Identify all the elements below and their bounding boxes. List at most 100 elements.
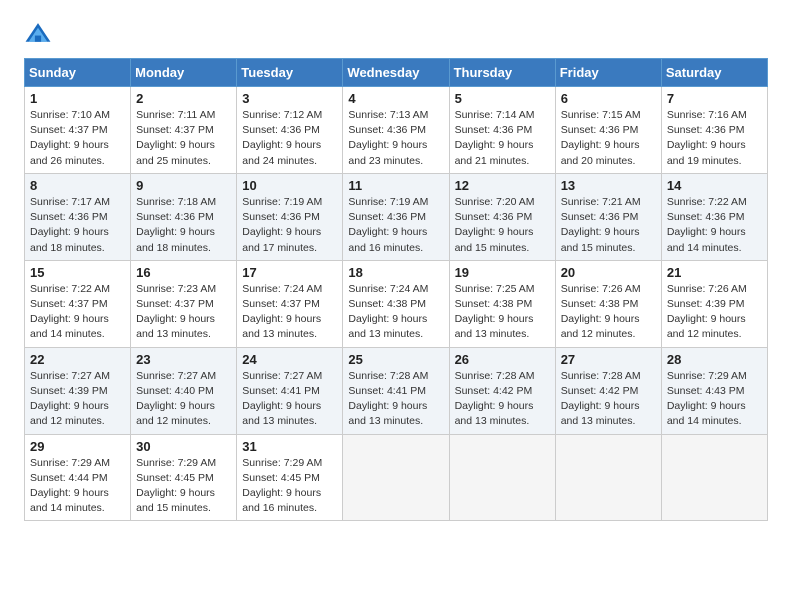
day-number: 3 bbox=[242, 91, 337, 106]
day-info: Sunrise: 7:24 AM Sunset: 4:38 PM Dayligh… bbox=[348, 282, 443, 343]
day-number: 7 bbox=[667, 91, 762, 106]
calendar-cell: 24 Sunrise: 7:27 AM Sunset: 4:41 PM Dayli… bbox=[237, 347, 343, 434]
day-info: Sunrise: 7:27 AM Sunset: 4:39 PM Dayligh… bbox=[30, 369, 125, 430]
col-wednesday: Wednesday bbox=[343, 59, 449, 87]
day-info: Sunrise: 7:10 AM Sunset: 4:37 PM Dayligh… bbox=[30, 108, 125, 169]
calendar-cell: 13 Sunrise: 7:21 AM Sunset: 4:36 PM Dayli… bbox=[555, 173, 661, 260]
day-number: 2 bbox=[136, 91, 231, 106]
day-number: 29 bbox=[30, 439, 125, 454]
day-number: 13 bbox=[561, 178, 656, 193]
day-number: 18 bbox=[348, 265, 443, 280]
day-info: Sunrise: 7:20 AM Sunset: 4:36 PM Dayligh… bbox=[455, 195, 550, 256]
day-number: 25 bbox=[348, 352, 443, 367]
day-info: Sunrise: 7:29 AM Sunset: 4:45 PM Dayligh… bbox=[242, 456, 337, 517]
day-number: 1 bbox=[30, 91, 125, 106]
day-info: Sunrise: 7:15 AM Sunset: 4:36 PM Dayligh… bbox=[561, 108, 656, 169]
day-info: Sunrise: 7:26 AM Sunset: 4:39 PM Dayligh… bbox=[667, 282, 762, 343]
day-number: 21 bbox=[667, 265, 762, 280]
day-number: 24 bbox=[242, 352, 337, 367]
calendar-week-row: 8 Sunrise: 7:17 AM Sunset: 4:36 PM Daylig… bbox=[25, 173, 768, 260]
day-number: 8 bbox=[30, 178, 125, 193]
day-info: Sunrise: 7:28 AM Sunset: 4:41 PM Dayligh… bbox=[348, 369, 443, 430]
col-tuesday: Tuesday bbox=[237, 59, 343, 87]
day-number: 9 bbox=[136, 178, 231, 193]
calendar-cell: 14Sunrise: 7:22 AM Sunset: 4:36 PM Dayli… bbox=[661, 173, 767, 260]
day-number: 11 bbox=[348, 178, 443, 193]
day-number: 5 bbox=[455, 91, 550, 106]
calendar-cell: 16 Sunrise: 7:23 AM Sunset: 4:37 PM Dayli… bbox=[131, 260, 237, 347]
col-friday: Friday bbox=[555, 59, 661, 87]
calendar-cell: 26Sunrise: 7:28 AM Sunset: 4:42 PM Dayli… bbox=[449, 347, 555, 434]
calendar-table: Sunday Monday Tuesday Wednesday Thursday… bbox=[24, 58, 768, 521]
calendar-cell: 7Sunrise: 7:16 AM Sunset: 4:36 PM Daylig… bbox=[661, 87, 767, 174]
day-info: Sunrise: 7:29 AM Sunset: 4:43 PM Dayligh… bbox=[667, 369, 762, 430]
day-info: Sunrise: 7:29 AM Sunset: 4:44 PM Dayligh… bbox=[30, 456, 125, 517]
calendar-cell: 28 Sunrise: 7:29 AM Sunset: 4:43 PM Dayli… bbox=[661, 347, 767, 434]
day-info: Sunrise: 7:25 AM Sunset: 4:38 PM Dayligh… bbox=[455, 282, 550, 343]
day-info: Sunrise: 7:17 AM Sunset: 4:36 PM Dayligh… bbox=[30, 195, 125, 256]
day-info: Sunrise: 7:11 AM Sunset: 4:37 PM Dayligh… bbox=[136, 108, 231, 169]
calendar-week-row: 1 Sunrise: 7:10 AM Sunset: 4:37 PM Daylig… bbox=[25, 87, 768, 174]
day-info: Sunrise: 7:21 AM Sunset: 4:36 PM Dayligh… bbox=[561, 195, 656, 256]
day-number: 27 bbox=[561, 352, 656, 367]
day-number: 4 bbox=[348, 91, 443, 106]
day-info: Sunrise: 7:14 AM Sunset: 4:36 PM Dayligh… bbox=[455, 108, 550, 169]
col-thursday: Thursday bbox=[449, 59, 555, 87]
day-info: Sunrise: 7:23 AM Sunset: 4:37 PM Dayligh… bbox=[136, 282, 231, 343]
calendar-cell: 2 Sunrise: 7:11 AM Sunset: 4:37 PM Daylig… bbox=[131, 87, 237, 174]
day-info: Sunrise: 7:26 AM Sunset: 4:38 PM Dayligh… bbox=[561, 282, 656, 343]
calendar-cell: 21 Sunrise: 7:26 AM Sunset: 4:39 PM Dayli… bbox=[661, 260, 767, 347]
day-info: Sunrise: 7:13 AM Sunset: 4:36 PM Dayligh… bbox=[348, 108, 443, 169]
calendar-cell bbox=[343, 434, 449, 521]
calendar-week-row: 15 Sunrise: 7:22 AM Sunset: 4:37 PM Dayli… bbox=[25, 260, 768, 347]
col-sunday: Sunday bbox=[25, 59, 131, 87]
calendar-cell: 11Sunrise: 7:19 AM Sunset: 4:36 PM Dayli… bbox=[343, 173, 449, 260]
logo-icon bbox=[24, 20, 52, 48]
day-number: 30 bbox=[136, 439, 231, 454]
day-number: 26 bbox=[455, 352, 550, 367]
day-info: Sunrise: 7:27 AM Sunset: 4:41 PM Dayligh… bbox=[242, 369, 337, 430]
calendar-cell: 18 Sunrise: 7:24 AM Sunset: 4:38 PM Dayli… bbox=[343, 260, 449, 347]
logo bbox=[24, 20, 56, 48]
calendar-cell: 27 Sunrise: 7:28 AM Sunset: 4:42 PM Dayli… bbox=[555, 347, 661, 434]
calendar-cell: 9 Sunrise: 7:18 AM Sunset: 4:36 PM Daylig… bbox=[131, 173, 237, 260]
calendar-cell: 5 Sunrise: 7:14 AM Sunset: 4:36 PM Daylig… bbox=[449, 87, 555, 174]
day-number: 19 bbox=[455, 265, 550, 280]
calendar-cell: 23Sunrise: 7:27 AM Sunset: 4:40 PM Dayli… bbox=[131, 347, 237, 434]
calendar-week-row: 22 Sunrise: 7:27 AM Sunset: 4:39 PM Dayli… bbox=[25, 347, 768, 434]
calendar-cell: 20Sunrise: 7:26 AM Sunset: 4:38 PM Dayli… bbox=[555, 260, 661, 347]
day-number: 31 bbox=[242, 439, 337, 454]
day-info: Sunrise: 7:24 AM Sunset: 4:37 PM Dayligh… bbox=[242, 282, 337, 343]
calendar-cell: 25 Sunrise: 7:28 AM Sunset: 4:41 PM Dayli… bbox=[343, 347, 449, 434]
calendar-cell: 12 Sunrise: 7:20 AM Sunset: 4:36 PM Dayli… bbox=[449, 173, 555, 260]
day-number: 12 bbox=[455, 178, 550, 193]
calendar-cell: 17 Sunrise: 7:24 AM Sunset: 4:37 PM Dayli… bbox=[237, 260, 343, 347]
calendar-cell: 31 Sunrise: 7:29 AM Sunset: 4:45 PM Dayli… bbox=[237, 434, 343, 521]
day-info: Sunrise: 7:18 AM Sunset: 4:36 PM Dayligh… bbox=[136, 195, 231, 256]
calendar-cell: 3 Sunrise: 7:12 AM Sunset: 4:36 PM Daylig… bbox=[237, 87, 343, 174]
day-number: 16 bbox=[136, 265, 231, 280]
day-number: 22 bbox=[30, 352, 125, 367]
calendar-cell: 4 Sunrise: 7:13 AM Sunset: 4:36 PM Daylig… bbox=[343, 87, 449, 174]
day-info: Sunrise: 7:12 AM Sunset: 4:36 PM Dayligh… bbox=[242, 108, 337, 169]
calendar-cell bbox=[661, 434, 767, 521]
day-info: Sunrise: 7:22 AM Sunset: 4:37 PM Dayligh… bbox=[30, 282, 125, 343]
calendar-cell: 29 Sunrise: 7:29 AM Sunset: 4:44 PM Dayli… bbox=[25, 434, 131, 521]
day-number: 28 bbox=[667, 352, 762, 367]
day-number: 15 bbox=[30, 265, 125, 280]
day-info: Sunrise: 7:29 AM Sunset: 4:45 PM Dayligh… bbox=[136, 456, 231, 517]
day-info: Sunrise: 7:27 AM Sunset: 4:40 PM Dayligh… bbox=[136, 369, 231, 430]
day-number: 6 bbox=[561, 91, 656, 106]
day-info: Sunrise: 7:19 AM Sunset: 4:36 PM Dayligh… bbox=[242, 195, 337, 256]
calendar-cell: 22 Sunrise: 7:27 AM Sunset: 4:39 PM Dayli… bbox=[25, 347, 131, 434]
calendar-cell: 1 Sunrise: 7:10 AM Sunset: 4:37 PM Daylig… bbox=[25, 87, 131, 174]
day-number: 17 bbox=[242, 265, 337, 280]
calendar-cell: 15 Sunrise: 7:22 AM Sunset: 4:37 PM Dayli… bbox=[25, 260, 131, 347]
day-info: Sunrise: 7:28 AM Sunset: 4:42 PM Dayligh… bbox=[561, 369, 656, 430]
calendar-cell: 19 Sunrise: 7:25 AM Sunset: 4:38 PM Dayli… bbox=[449, 260, 555, 347]
calendar-cell bbox=[555, 434, 661, 521]
col-saturday: Saturday bbox=[661, 59, 767, 87]
calendar-cell: 30 Sunrise: 7:29 AM Sunset: 4:45 PM Dayli… bbox=[131, 434, 237, 521]
day-number: 14 bbox=[667, 178, 762, 193]
calendar-cell: 8 Sunrise: 7:17 AM Sunset: 4:36 PM Daylig… bbox=[25, 173, 131, 260]
